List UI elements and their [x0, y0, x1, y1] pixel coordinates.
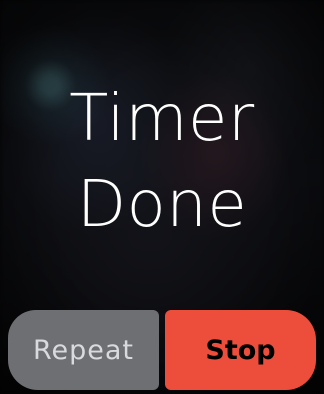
- stop-button-label: Stop: [205, 334, 276, 366]
- message-line-timer: Timer: [69, 82, 255, 156]
- message-line-done: Done: [76, 168, 248, 242]
- timer-done-screen: Timer Done Repeat Stop: [0, 0, 324, 394]
- repeat-button-label: Repeat: [32, 334, 135, 366]
- repeat-button[interactable]: Repeat: [8, 310, 159, 390]
- stop-button[interactable]: Stop: [165, 310, 316, 390]
- timer-done-message: Timer Done: [0, 76, 324, 248]
